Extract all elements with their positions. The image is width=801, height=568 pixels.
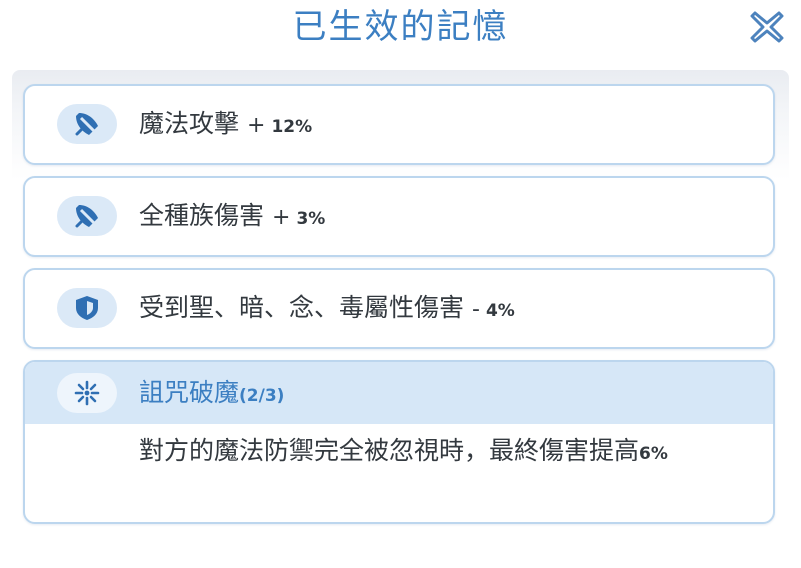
curse-name: 詛咒破魔 — [139, 378, 240, 407]
curse-card-header: 詛咒破魔(2/3) — [25, 362, 773, 424]
effect-card-all-race-damage: 全種族傷害 +3% — [23, 176, 775, 257]
effect-value: 4% — [485, 301, 515, 321]
curse-description: 對方的魔法防禦完全被忽視時，最終傷害提高6% — [139, 432, 729, 473]
shield-icon — [76, 296, 98, 320]
curse-card-title: 詛咒破魔(2/3) — [139, 375, 284, 414]
close-x-icon — [750, 11, 784, 43]
effect-card-element-damage-reduction: 受到聖、暗、念、毒屬性傷害 -4% — [23, 268, 775, 349]
memory-dialog: 已生效的記憶 魔法攻擊 +12% 全種族傷害 + 3% 受到聖、暗、念、毒屬性傷… — [0, 0, 801, 568]
effect-icon-badge — [57, 288, 117, 328]
effect-name: 全種族傷害 — [139, 201, 265, 230]
effect-icon-badge — [57, 373, 117, 413]
effect-icon-badge — [57, 104, 117, 144]
effect-label: 魔法攻擊 +12% — [139, 106, 312, 145]
effect-label: 受到聖、暗、念、毒屬性傷害 -4% — [139, 290, 515, 329]
curse-break-card: 詛咒破魔(2/3) 對方的魔法防禦完全被忽視時，最終傷害提高6% — [23, 360, 775, 524]
effect-sign: + — [272, 205, 291, 230]
effect-sign: + — [247, 113, 266, 138]
close-button[interactable] — [748, 8, 786, 46]
effect-value: 3% — [296, 209, 326, 229]
curse-description-text: 對方的魔法防禦完全被忽視時，最終傷害提高 — [139, 436, 640, 465]
effect-name: 魔法攻擊 — [139, 109, 240, 138]
curse-description-value: 6% — [639, 444, 668, 464]
effect-card-magic-attack: 魔法攻擊 +12% — [23, 84, 775, 165]
effect-sign: - — [472, 297, 480, 322]
magic-wand-icon — [75, 113, 98, 136]
effect-name: 受到聖、暗、念、毒屬性傷害 — [139, 293, 465, 322]
dialog-title: 已生效的記憶 — [292, 7, 509, 47]
curse-count: (2/3) — [239, 386, 285, 406]
effect-value: 12% — [271, 117, 313, 137]
effect-label: 全種族傷害 +3% — [139, 198, 325, 237]
snowflake-burst-icon — [74, 380, 100, 406]
magic-wand-icon — [75, 205, 98, 228]
effect-icon-badge — [57, 196, 117, 236]
